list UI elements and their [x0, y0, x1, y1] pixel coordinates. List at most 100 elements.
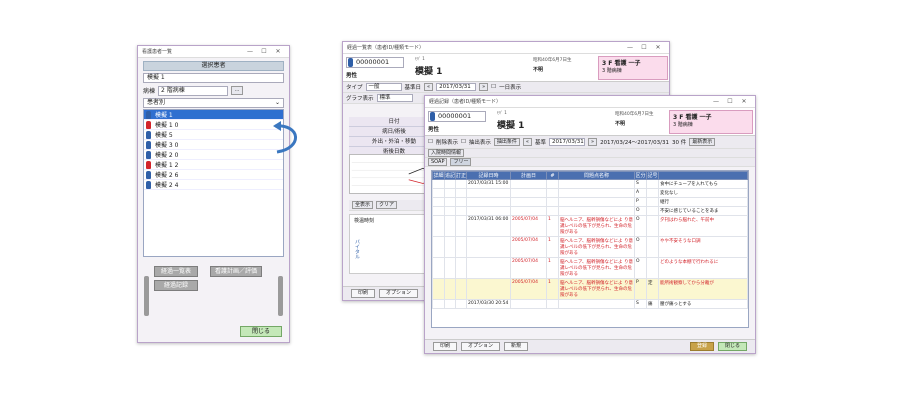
close-icon[interactable]: ✕	[737, 98, 751, 105]
latest-button[interactable]: 最新表示	[689, 138, 716, 146]
cell-text: 継行	[658, 197, 748, 207]
column-header[interactable]: 訂正	[455, 171, 467, 180]
column-header[interactable]: 追記	[444, 171, 456, 180]
graph-label: グラフ表示	[346, 96, 374, 102]
maximize-icon[interactable]: ☐	[257, 48, 271, 55]
scroll-handle-left[interactable]	[144, 276, 149, 316]
register-button[interactable]: 登録	[689, 342, 714, 351]
table-row[interactable]: 2005/07/04 1 脳ヘルニア、脳幹損傷などによ り意識レベルの低下が見られ、…	[432, 257, 748, 279]
show-all-button[interactable]: 全表示	[352, 201, 374, 209]
patient-list-item[interactable]: 模擬 1 0	[144, 120, 283, 130]
cell-plan	[510, 188, 547, 198]
option-button[interactable]: オプション	[379, 289, 419, 298]
print-button[interactable]: 印刷	[433, 342, 458, 351]
option-button[interactable]: オプション	[461, 342, 501, 351]
table-row[interactable]: 2017/03/31 15:00 S 食中にチューブを入れてもら	[432, 179, 748, 189]
patient-id: 00000001	[428, 111, 486, 122]
column-header[interactable]: 計画日	[510, 171, 547, 180]
tab-admission[interactable]: 入院時間情報	[428, 149, 465, 157]
column-header[interactable]: 記号	[646, 171, 659, 180]
table-cell	[444, 179, 456, 189]
table-row[interactable]: 2017/03/30 20:54 S 痛腰が痛っとする	[432, 299, 748, 309]
patient-name: 模擬 2 6	[155, 172, 179, 179]
delete-checkbox[interactable]: ☐	[428, 139, 433, 145]
column-header[interactable]: #	[546, 171, 559, 180]
table-row[interactable]: 2017/03/31 06:00 2005/07/04 1 脳ヘルニア、脳幹損傷などに…	[432, 215, 748, 237]
table-cell	[444, 206, 456, 216]
table-row[interactable]: A 変化なし	[432, 188, 748, 198]
minimize-icon[interactable]: —	[709, 98, 723, 105]
close-button[interactable]: 閉じる	[717, 342, 747, 351]
patient-list-item[interactable]: 模擬 2 0	[144, 150, 283, 160]
table-row[interactable]: O 不安に感じていることをあま	[432, 206, 748, 216]
title-bar: 看護患者一覧 — ☐ ✕	[138, 46, 289, 58]
progress-list-button[interactable]: 経過一覧表	[154, 266, 198, 277]
column-header[interactable]: 詳細	[432, 171, 445, 180]
close-icon[interactable]: ✕	[651, 44, 665, 51]
column-header[interactable]: 記録日時	[466, 171, 511, 180]
cell-text: 食中にチューブを入れてもら	[658, 179, 748, 189]
cell-mark	[646, 257, 659, 279]
ward-select-button[interactable]: ...	[231, 86, 244, 95]
progress-record-window: 経過記録（患者ID/種類モード） — ☐ ✕ 00000001 ﾓｷﾞ 1 模擬…	[424, 95, 756, 354]
prev-button[interactable]: «	[522, 138, 532, 146]
patient-name: 模擬 1	[415, 67, 443, 77]
close-icon[interactable]: ✕	[271, 48, 285, 55]
oneday-label: 一日表示	[499, 85, 522, 91]
tab-soap[interactable]: SOAP	[428, 158, 448, 166]
date-input[interactable]: 2017/03/31	[436, 83, 477, 91]
person-icon	[146, 150, 151, 159]
minimize-icon[interactable]: —	[243, 48, 257, 55]
table-row[interactable]: 2005/07/04 1 脳ヘルニア、脳幹損傷などによ り意識レベルの低下が見られ、…	[432, 278, 748, 300]
table-cell	[455, 197, 467, 207]
patient-list-item[interactable]: 模擬 2 6	[144, 170, 283, 180]
clear-button[interactable]: クリア	[376, 201, 398, 209]
patient-list-item[interactable]: 模擬 1	[144, 110, 283, 120]
cell-mark	[646, 197, 659, 207]
prev-button[interactable]: «	[424, 83, 434, 91]
cell-kubun: S	[634, 299, 647, 309]
oneday-checkbox[interactable]: ☐	[491, 84, 496, 90]
table-row[interactable]: 2005/07/04 1 脳ヘルニア、脳幹損傷などによ り意識レベルの低下が見られ、…	[432, 236, 748, 258]
type-select[interactable]: 一般	[365, 83, 402, 91]
cell-no: 1	[546, 236, 559, 258]
maximize-icon[interactable]: ☐	[637, 44, 651, 51]
cell-date	[466, 236, 511, 258]
cell-plan	[510, 179, 547, 189]
maximize-icon[interactable]: ☐	[723, 98, 737, 105]
new-button[interactable]: 新規	[504, 342, 529, 351]
patient-list-item[interactable]: 模擬 5	[144, 130, 283, 140]
date-range: 2017/03/24～2017/03/31	[600, 140, 669, 146]
nursing-plan-button[interactable]: 看護計画／評価	[210, 266, 262, 277]
cell-no	[546, 206, 559, 216]
table-cell	[444, 197, 456, 207]
next-button[interactable]: »	[588, 138, 598, 146]
cell-plan	[510, 197, 547, 207]
next-button[interactable]: »	[479, 83, 489, 91]
progress-record-button[interactable]: 経過記録	[154, 280, 198, 291]
column-header[interactable]: 区分	[634, 171, 647, 180]
table-row[interactable]: P 継行	[432, 197, 748, 207]
patient-id: 00000001	[346, 57, 404, 68]
print-button[interactable]: 印刷	[351, 289, 376, 298]
close-button[interactable]: 閉じる	[240, 326, 282, 337]
record-toolbar: ☐ 削除表示 ☐ 抽出表示 抽出条件 « 基準 2017/03/31 » 201…	[425, 136, 755, 149]
cell-text: 夕刊はわら脳れた、午前中	[658, 215, 748, 237]
person-icon	[146, 140, 151, 149]
extract-condition-button[interactable]: 抽出条件	[493, 138, 520, 146]
extract-checkbox[interactable]: ☐	[461, 139, 466, 145]
sort-select[interactable]: 患者別 ⌄	[143, 98, 284, 108]
cell-plan	[510, 206, 547, 216]
patient-list-item[interactable]: 模擬 3 0	[144, 140, 283, 150]
tab-free[interactable]: フリー	[450, 158, 472, 166]
patient-list-item[interactable]: 模擬 2 4	[144, 180, 283, 190]
minimize-icon[interactable]: —	[623, 44, 637, 51]
ward-input[interactable]: 2 階病棟	[158, 85, 229, 96]
scroll-handle-right[interactable]	[278, 276, 283, 316]
column-header[interactable]: 問題点名称	[558, 171, 635, 180]
patient-list-item[interactable]: 模擬 1 2	[144, 160, 283, 170]
column-header[interactable]	[658, 171, 748, 180]
graph-select[interactable]: 標準	[376, 94, 413, 102]
transition-arrow-icon	[273, 121, 297, 154]
date-input[interactable]: 2017/03/31	[549, 138, 585, 146]
